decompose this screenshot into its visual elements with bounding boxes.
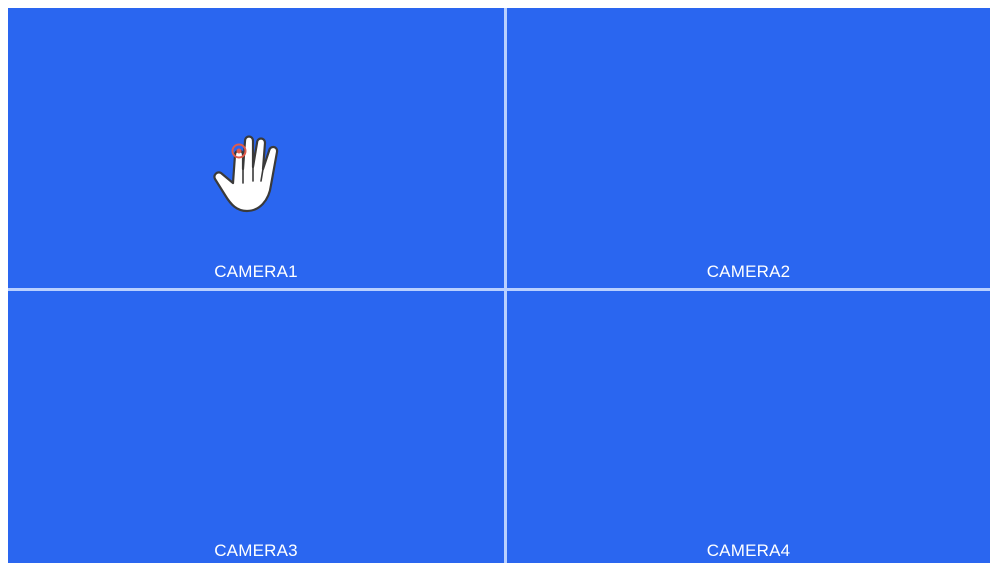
hand-pointer-icon bbox=[213, 135, 279, 213]
vertical-divider bbox=[504, 8, 507, 563]
camera-pane-3[interactable]: CAMERA3 bbox=[8, 291, 504, 563]
camera-grid: CAMERA1 CAMERA2 CAMERA3 CAMERA4 bbox=[8, 8, 990, 563]
horizontal-divider bbox=[8, 288, 990, 291]
camera-label-3: CAMERA3 bbox=[214, 541, 298, 560]
camera-label-1: CAMERA1 bbox=[214, 262, 298, 281]
camera-pane-2[interactable]: CAMERA2 bbox=[507, 8, 990, 288]
camera-label-2: CAMERA2 bbox=[706, 262, 791, 281]
camera-pane-4[interactable]: CAMERA4 bbox=[507, 291, 990, 563]
camera-label-4: CAMERA4 bbox=[706, 541, 791, 560]
